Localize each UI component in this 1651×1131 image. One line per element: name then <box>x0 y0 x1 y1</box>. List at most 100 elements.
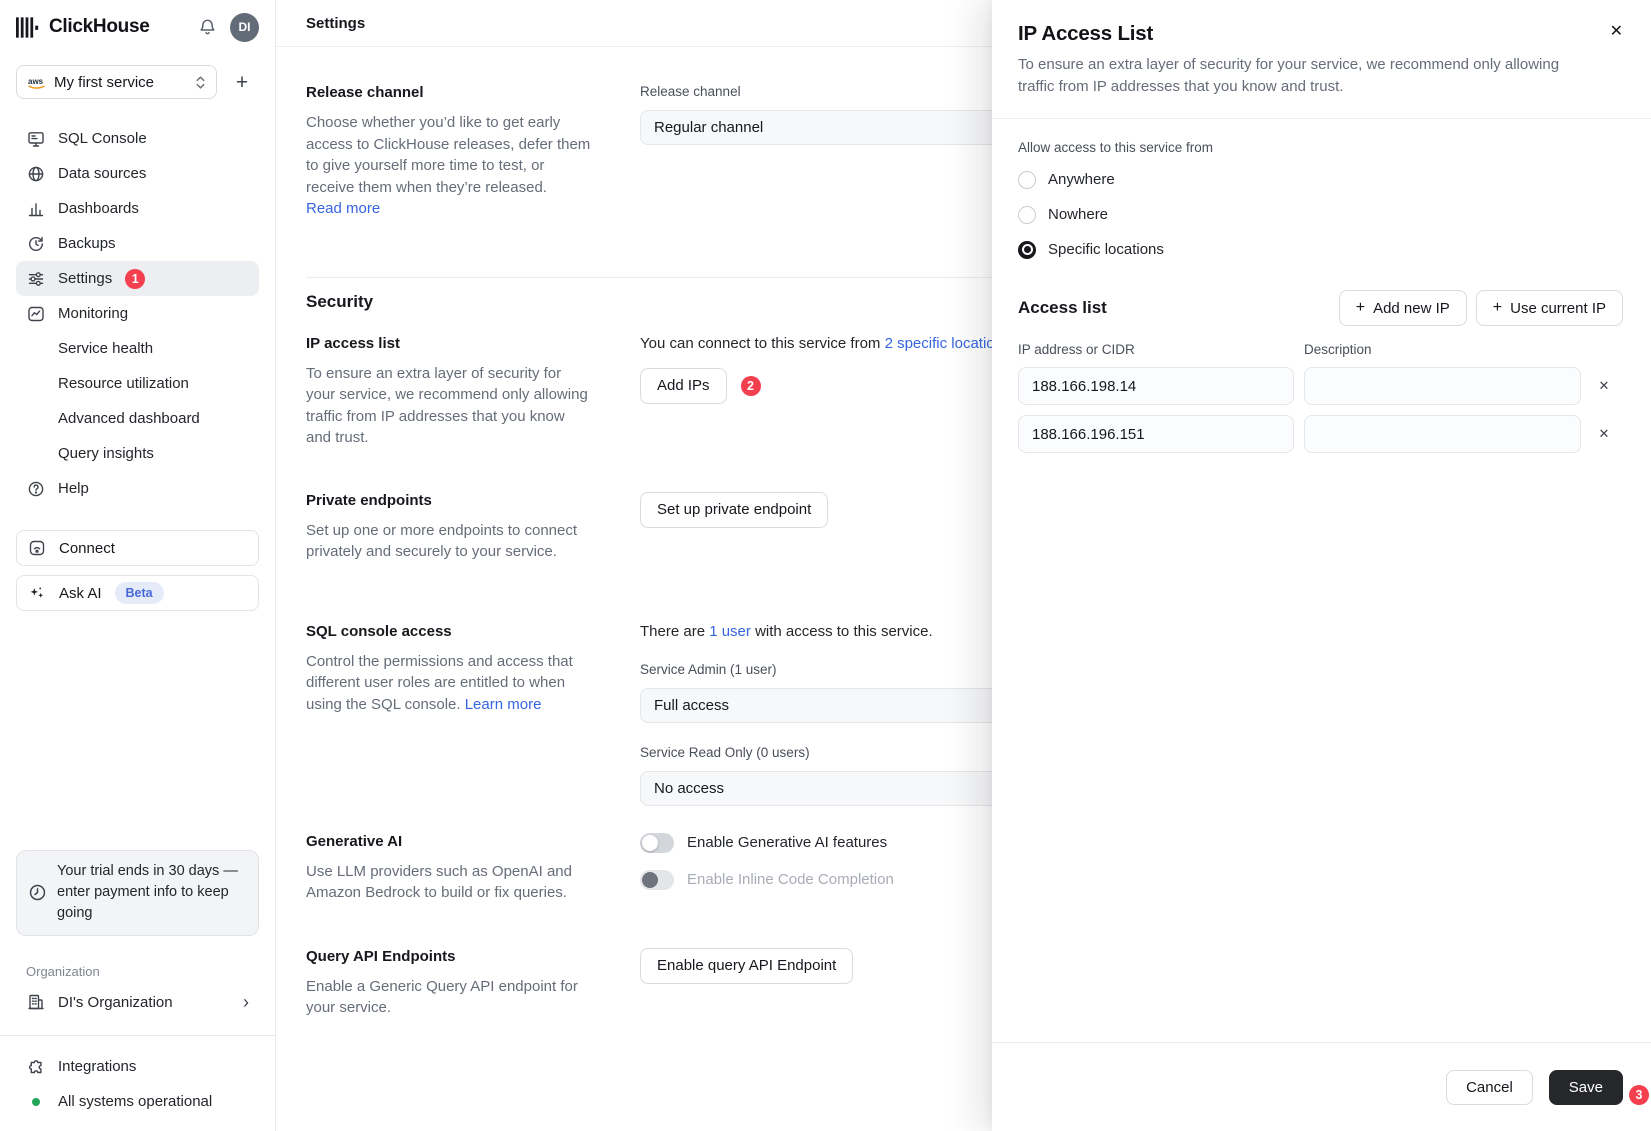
sidebar-item-data-sources[interactable]: Data sources <box>16 156 259 191</box>
inline-code-completion-label: Enable Inline Code Completion <box>687 871 894 888</box>
description-input[interactable] <box>1304 415 1581 453</box>
sidebar-item-label: Resource utilization <box>58 375 189 392</box>
query-api-title: Query API Endpoints <box>306 948 593 965</box>
settings-notification-badge: 1 <box>125 269 145 289</box>
radio-specific-locations[interactable] <box>1018 241 1036 259</box>
notifications-bell-icon[interactable] <box>198 18 217 37</box>
release-channel-title: Release channel <box>306 84 593 101</box>
status-dot-icon <box>26 1098 45 1106</box>
sidebar-item-sql-console[interactable]: SQL Console <box>16 121 259 156</box>
help-icon <box>26 480 45 498</box>
generative-ai-title: Generative AI <box>306 833 593 850</box>
save-button[interactable]: Save <box>1549 1070 1623 1105</box>
service-selector[interactable]: aws My first service <box>16 65 217 99</box>
ip-access-list-description: To ensure an extra layer of security for… <box>306 363 593 449</box>
radio-specific-locations-label: Specific locations <box>1048 241 1164 258</box>
organization-name: DI's Organization <box>58 994 173 1011</box>
sparkles-icon <box>27 584 46 602</box>
sidebar-item-label: Settings <box>58 270 112 287</box>
sidebar-item-backups[interactable]: Backups <box>16 226 259 261</box>
trial-notice-text: Your trial ends in 30 days — enter payme… <box>57 861 246 924</box>
sidebar-item-label: Query insights <box>58 445 154 462</box>
access-list-heading: Access list <box>1018 298 1107 318</box>
radio-nowhere[interactable] <box>1018 206 1036 224</box>
sidebar-item-help[interactable]: Help <box>16 471 259 506</box>
sql-console-access-title: SQL console access <box>306 623 593 640</box>
ip-access-list-title: IP access list <box>306 335 593 352</box>
sidebar: ClickHouse DI aws My first service <box>0 0 276 1131</box>
use-current-ip-label: Use current IP <box>1510 300 1606 317</box>
dashboards-icon <box>26 200 45 218</box>
status-label: All systems operational <box>58 1093 212 1110</box>
sidebar-item-advanced-dashboard[interactable]: Advanced dashboard <box>16 401 259 436</box>
access-list-row: ✕ <box>1018 367 1623 405</box>
ip-address-input[interactable] <box>1018 415 1294 453</box>
connect-button[interactable]: Connect <box>16 530 259 566</box>
annotation-badge-3: 3 <box>1629 1085 1649 1105</box>
read-more-link[interactable]: Read more <box>306 200 380 217</box>
enable-query-api-button[interactable]: Enable query API Endpoint <box>640 948 853 984</box>
sidebar-item-label: Advanced dashboard <box>58 410 200 427</box>
ip-address-input[interactable] <box>1018 367 1294 405</box>
use-current-ip-button[interactable]: + Use current IP <box>1476 290 1623 326</box>
radio-option-specific-locations[interactable]: Specific locations <box>1018 239 1623 260</box>
clickhouse-logo[interactable]: ClickHouse <box>16 16 149 38</box>
panel-description: To ensure an extra layer of security for… <box>1018 54 1563 98</box>
radio-nowhere-label: Nowhere <box>1048 206 1108 223</box>
users-status-prefix: There are <box>640 623 709 640</box>
backups-icon <box>26 235 45 253</box>
generative-ai-toggle-label: Enable Generative AI features <box>687 834 887 851</box>
chevron-updown-icon <box>195 75 206 90</box>
generative-ai-toggle[interactable] <box>640 833 674 853</box>
one-user-link[interactable]: 1 user <box>709 623 751 640</box>
sidebar-item-query-insights[interactable]: Query insights <box>16 436 259 471</box>
user-avatar[interactable]: DI <box>230 13 259 42</box>
radio-anywhere-label: Anywhere <box>1048 171 1115 188</box>
remove-row-icon[interactable]: ✕ <box>1594 426 1614 442</box>
inline-code-completion-toggle <box>640 870 674 890</box>
sidebar-item-label: Dashboards <box>58 200 139 217</box>
add-service-button[interactable]: + <box>225 65 259 99</box>
column-header-ip: IP address or CIDR <box>1018 342 1304 357</box>
panel-footer: Cancel Save 3 <box>992 1042 1651 1131</box>
generative-ai-description: Use LLM providers such as OpenAI and Ama… <box>306 861 593 904</box>
private-endpoints-title: Private endpoints <box>306 492 593 509</box>
access-list-row: ✕ <box>1018 415 1623 453</box>
plus-icon: + <box>1356 299 1365 317</box>
ip-access-status-text: You can connect to this service from <box>640 335 885 352</box>
sidebar-item-integrations[interactable]: Integrations <box>16 1049 259 1084</box>
sidebar-item-label: Data sources <box>58 165 146 182</box>
organization-switcher[interactable]: DI's Organization › <box>16 984 259 1020</box>
sidebar-item-service-health[interactable]: Service health <box>16 331 259 366</box>
svg-text:aws: aws <box>28 77 44 86</box>
connect-label: Connect <box>59 540 115 557</box>
radio-option-nowhere[interactable]: Nowhere <box>1018 204 1623 225</box>
connect-icon <box>27 539 46 557</box>
settings-sliders-icon <box>26 270 45 288</box>
cancel-button[interactable]: Cancel <box>1446 1070 1533 1105</box>
description-input[interactable] <box>1304 367 1581 405</box>
sidebar-item-settings[interactable]: Settings 1 <box>16 261 259 296</box>
radio-option-anywhere[interactable]: Anywhere <box>1018 169 1623 190</box>
add-new-ip-button[interactable]: + Add new IP <box>1339 290 1467 326</box>
radio-anywhere[interactable] <box>1018 171 1036 189</box>
sql-console-icon <box>26 130 45 148</box>
ask-ai-label: Ask AI <box>59 585 102 602</box>
setup-private-endpoint-button[interactable]: Set up private endpoint <box>640 492 828 528</box>
sidebar-divider <box>0 1035 275 1036</box>
remove-row-icon[interactable]: ✕ <box>1594 378 1614 394</box>
add-ips-button[interactable]: Add IPs <box>640 368 727 404</box>
ask-ai-button[interactable]: Ask AI Beta <box>16 575 259 611</box>
system-status[interactable]: All systems operational <box>16 1084 259 1119</box>
learn-more-link[interactable]: Learn more <box>465 696 542 713</box>
sidebar-item-monitoring[interactable]: Monitoring <box>16 296 259 331</box>
monitoring-icon <box>26 305 45 323</box>
sidebar-item-dashboards[interactable]: Dashboards <box>16 191 259 226</box>
close-icon[interactable]: ✕ <box>1610 24 1623 40</box>
annotation-badge-2: 2 <box>741 376 761 396</box>
clickhouse-cloud-app: ClickHouse DI aws My first service <box>0 0 1651 1131</box>
release-channel-description: Choose whether you’d like to get early a… <box>306 114 590 196</box>
sidebar-item-resource-utilization[interactable]: Resource utilization <box>16 366 259 401</box>
panel-title: IP Access List <box>1018 22 1623 46</box>
brand-name: ClickHouse <box>49 16 149 38</box>
